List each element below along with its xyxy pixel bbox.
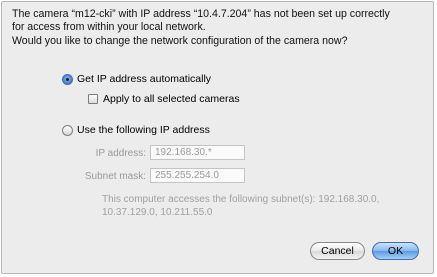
radio-selected-icon[interactable] [62, 73, 73, 85]
network-config-dialog: The camera “m12-cki” with IP address “10… [1, 1, 434, 274]
radio-unselected-icon[interactable] [62, 124, 73, 136]
message-line: Would you like to change the network con… [12, 34, 348, 47]
option-auto-ip[interactable]: Get IP address automatically [62, 73, 211, 85]
apply-all-checkbox[interactable]: Apply to all selected cameras [88, 93, 240, 105]
ip-address-field[interactable]: 192.168.30.* [150, 145, 245, 160]
checkbox-unchecked-icon[interactable] [88, 94, 98, 104]
message-line: for access from within your local networ… [12, 21, 206, 34]
ip-address-label: IP address: [95, 148, 146, 159]
message-line: The camera “m12-cki” with IP address “10… [12, 8, 390, 20]
subnet-info-text: This computer accesses the following sub… [102, 193, 402, 219]
info-line: This computer accesses the following sub… [102, 194, 380, 205]
subnet-mask-label: Subnet mask: [84, 171, 146, 182]
ok-button[interactable]: OK [372, 242, 419, 260]
option-manual-ip[interactable]: Use the following IP address [62, 124, 210, 136]
option-manual-ip-label: Use the following IP address [77, 124, 210, 136]
apply-all-label: Apply to all selected cameras [103, 93, 240, 105]
dialog-message: The camera “m12-cki” with IP address “10… [12, 8, 424, 48]
option-auto-ip-label: Get IP address automatically [77, 73, 212, 85]
info-line: 10.37.129.0, 10.211.55.0 [102, 207, 213, 218]
subnet-mask-field[interactable]: 255.255.254.0 [150, 168, 245, 183]
cancel-button[interactable]: Cancel [310, 242, 365, 260]
